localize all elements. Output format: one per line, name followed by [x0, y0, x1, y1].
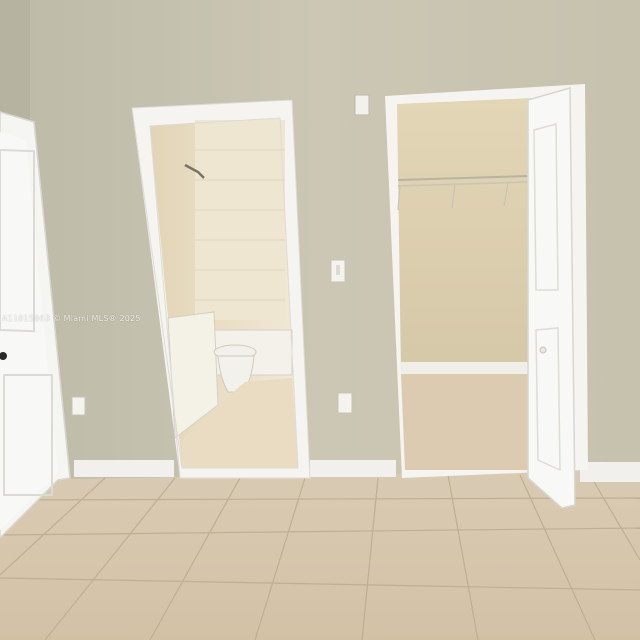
- closet-door: [527, 87, 576, 509]
- baseboard-right: [580, 462, 640, 482]
- outlet-left: [71, 396, 86, 416]
- tile-floor: [0, 470, 640, 640]
- photo-watermark: A11815863 © Miami MLS® 2025: [2, 314, 141, 323]
- closet-doorway: [385, 84, 588, 509]
- baseboard-middle: [310, 460, 396, 477]
- outlet-middle: [337, 392, 353, 414]
- baseboard-left: [74, 460, 174, 477]
- closet-door-knob: [539, 346, 547, 354]
- thermostat: [354, 94, 370, 116]
- room-photo: A11815863 © Miami MLS® 2025: [0, 0, 640, 640]
